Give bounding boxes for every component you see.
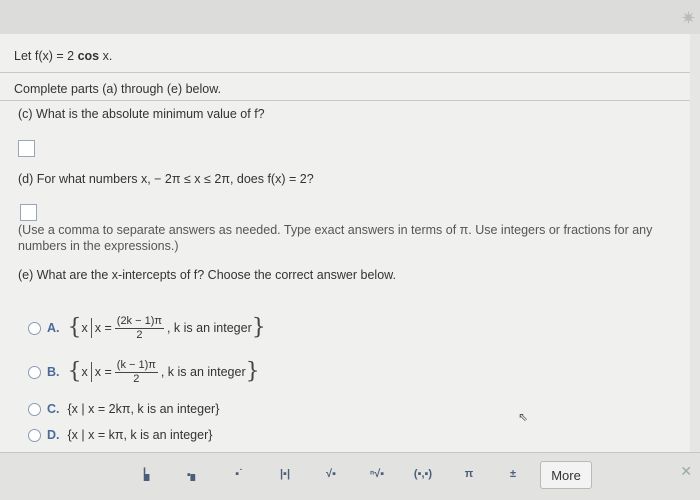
absolute-value-button[interactable]: |▪| (268, 461, 302, 487)
gear-icon[interactable]: ✷ (681, 8, 696, 29)
answer-hint: (Use a comma to separate answers as need… (18, 223, 653, 253)
option-c[interactable]: C. {x | x = 2kπ, k is an integer} (28, 396, 219, 422)
radio-button[interactable] (28, 402, 41, 416)
part-c-question: (c) What is the absolute minimum value o… (18, 107, 265, 121)
mouse-cursor-icon: ⇖ (518, 410, 529, 424)
question-panel: Let f(x) = 2 cos x. Complete parts (a) t… (0, 34, 691, 452)
part-d-question: (d) For what numbers x, − 2π ≤ x ≤ 2π, d… (18, 172, 314, 186)
option-d[interactable]: D. {x | x = kπ, k is an integer} (28, 422, 212, 448)
more-button[interactable]: More (540, 461, 592, 489)
problem-statement: Let f(x) = 2 cos x. (14, 49, 113, 63)
part-d-answer-input[interactable] (20, 204, 37, 221)
right-brace: } (245, 359, 260, 384)
set-qualifier: , k is an integer (160, 365, 246, 379)
exponent-button[interactable]: ▪˙ (222, 461, 256, 487)
close-icon[interactable]: ✕ (680, 463, 692, 480)
set-condition: x = (94, 321, 112, 335)
mixed-number-button[interactable]: ▪▖ (176, 461, 210, 487)
square-root-button[interactable]: √▪ (314, 461, 348, 487)
part-c-answer-input[interactable] (18, 140, 35, 157)
option-letter: C. (47, 402, 60, 416)
set-condition: x = (94, 365, 112, 379)
top-bar: ✷ (0, 0, 700, 34)
fraction-button[interactable]: ▕▖ (128, 461, 162, 487)
left-brace: { (67, 359, 82, 384)
nth-root-button[interactable]: ⁿ√▪ (360, 461, 394, 487)
fraction-numerator: (2k − 1)π (114, 314, 164, 329)
divider (0, 72, 690, 73)
option-letter: B. (47, 365, 60, 379)
scrollbar[interactable] (690, 34, 700, 452)
set-bar (90, 318, 92, 338)
fraction: (2k − 1)π 2 (114, 314, 164, 342)
option-letter: A. (47, 321, 60, 335)
set-qualifier: , k is an integer (166, 321, 252, 335)
set-variable: x (81, 321, 88, 335)
part-e-question: (e) What are the x-intercepts of f? Choo… (18, 268, 396, 282)
option-letter: D. (47, 428, 60, 442)
fraction-numerator: (k − 1)π (114, 358, 158, 373)
set-bar (90, 362, 92, 382)
radio-button[interactable] (28, 321, 41, 335)
instructions-text: Complete parts (a) through (e) below. (14, 82, 222, 96)
ordered-pair-button[interactable]: (▪,▪) (406, 461, 440, 487)
fraction-denominator: 2 (133, 372, 140, 385)
plus-minus-button[interactable]: ± (496, 461, 530, 487)
pi-button[interactable]: π (452, 461, 486, 487)
option-a[interactable]: A. { x x = (2k − 1)π 2 , k is an integer… (28, 315, 266, 341)
set-variable: x (81, 365, 88, 379)
right-brace: } (251, 315, 266, 340)
radio-button[interactable] (28, 428, 41, 442)
option-b[interactable]: B. { x x = (k − 1)π 2 , k is an integer … (28, 359, 260, 385)
divider (0, 100, 690, 101)
radio-button[interactable] (28, 365, 41, 379)
option-text: {x | x = kπ, k is an integer} (67, 428, 213, 442)
math-toolbar: ▕▖ ▪▖ ▪˙ |▪| √▪ ⁿ√▪ (▪,▪) π ± More ✕ (0, 452, 700, 500)
fraction: (k − 1)π 2 (114, 358, 158, 386)
option-text: {x | x = 2kπ, k is an integer} (67, 402, 220, 416)
fraction-denominator: 2 (136, 328, 143, 341)
left-brace: { (67, 315, 82, 340)
